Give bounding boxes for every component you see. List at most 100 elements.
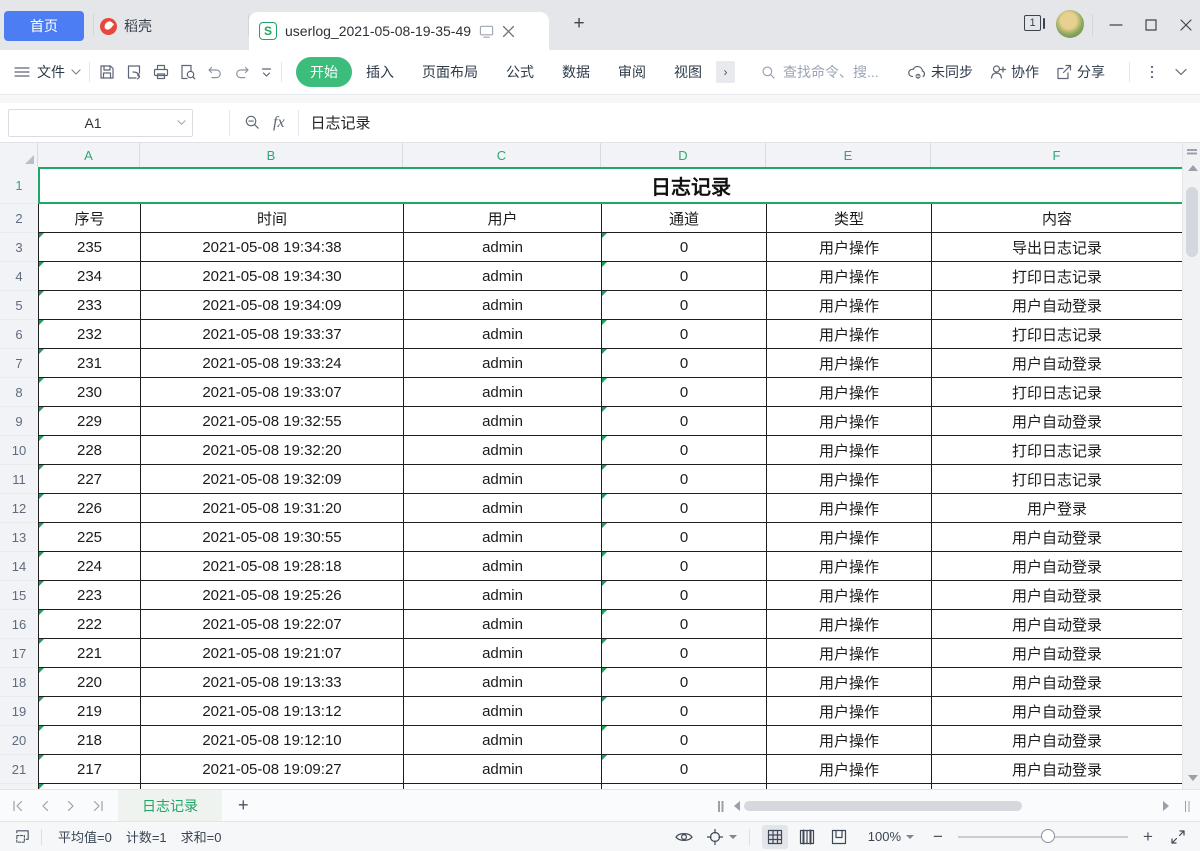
horizontal-scroll-track[interactable] bbox=[744, 800, 1159, 812]
table-row[interactable]: 11 227 2021-05-08 19:32:09 admin 0 用户操作 … bbox=[0, 465, 1182, 494]
locate-dropdown-icon[interactable] bbox=[729, 835, 737, 839]
export-button[interactable] bbox=[125, 63, 143, 81]
locate-crosshair-icon[interactable] bbox=[706, 828, 724, 846]
ribbon-tab[interactable]: 插入 bbox=[366, 62, 394, 82]
collaborate-button[interactable]: 协作 bbox=[989, 62, 1039, 82]
row-header[interactable]: 6 bbox=[0, 320, 38, 349]
row-header[interactable]: 12 bbox=[0, 494, 38, 523]
cell-content[interactable]: 打印日志记录 bbox=[932, 320, 1182, 348]
ribbon-tab[interactable]: 审阅 bbox=[618, 62, 646, 82]
cell-user[interactable]: admin bbox=[404, 639, 602, 667]
vertical-scroll-thumb[interactable] bbox=[1186, 187, 1198, 257]
row-header[interactable]: 2 bbox=[0, 204, 38, 233]
print-preview-button[interactable] bbox=[179, 63, 197, 81]
column-header[interactable]: D bbox=[601, 143, 766, 167]
redo-button[interactable] bbox=[233, 63, 251, 81]
zoom-dropdown-icon[interactable] bbox=[906, 835, 914, 839]
zoom-slider-thumb[interactable] bbox=[1041, 829, 1055, 843]
cell-time[interactable]: 2021-05-08 19:22:07 bbox=[141, 610, 404, 638]
cell-time[interactable]: 2021-05-08 19:33:24 bbox=[141, 349, 404, 377]
cell-time[interactable]: 2021-05-08 19:09:27 bbox=[141, 755, 404, 783]
spreadsheet-grid[interactable]: 1 日志记录 2 序号时间用户通道类型内容 3 235 2021-05-08 1… bbox=[0, 167, 1182, 789]
cell-channel[interactable]: 0 bbox=[602, 726, 767, 754]
column-header[interactable]: B bbox=[140, 143, 403, 167]
cell-time[interactable]: 2021-05-08 19:13:12 bbox=[141, 697, 404, 725]
row-header[interactable]: 18 bbox=[0, 668, 38, 697]
split-handle[interactable] bbox=[1185, 801, 1187, 812]
row-header[interactable]: 1 bbox=[0, 167, 38, 204]
table-row[interactable]: 19 219 2021-05-08 19:13:12 admin 0 用户操作 … bbox=[0, 697, 1182, 726]
table-row[interactable]: 4 234 2021-05-08 19:34:30 admin 0 用户操作 打… bbox=[0, 262, 1182, 291]
more-tabs-button[interactable]: › bbox=[716, 61, 735, 83]
cell-type[interactable]: 用户操作 bbox=[767, 552, 932, 580]
cell-time[interactable]: 2021-05-08 19:31:20 bbox=[141, 494, 404, 522]
cell-seq[interactable]: 232 bbox=[39, 320, 141, 348]
cell-user[interactable]: admin bbox=[404, 697, 602, 725]
cell-channel[interactable]: 0 bbox=[602, 523, 767, 551]
cell-seq[interactable]: 235 bbox=[39, 233, 141, 261]
cell-type[interactable]: 用户操作 bbox=[767, 233, 932, 261]
cell-seq[interactable]: 219 bbox=[39, 697, 141, 725]
sheet-tab-active[interactable]: 日志记录 bbox=[118, 790, 222, 821]
table-header-cell[interactable]: 通道 bbox=[602, 204, 767, 232]
cell-time[interactable]: 2021-05-08 19:12:10 bbox=[141, 726, 404, 754]
more-options-icon[interactable] bbox=[1145, 63, 1159, 81]
table-row[interactable]: 6 232 2021-05-08 19:33:37 admin 0 用户操作 打… bbox=[0, 320, 1182, 349]
table-row[interactable]: 21 217 2021-05-08 19:09:27 admin 0 用户操作 … bbox=[0, 755, 1182, 784]
docer-tab[interactable]: 稻壳 bbox=[100, 11, 152, 41]
cell-content[interactable]: 用户自动登录 bbox=[932, 697, 1182, 725]
cell-time[interactable]: 2021-05-08 19:33:07 bbox=[141, 378, 404, 406]
file-menu[interactable]: 文件 bbox=[0, 62, 81, 82]
cell-seq[interactable]: 234 bbox=[39, 262, 141, 290]
table-header-cell[interactable]: 类型 bbox=[767, 204, 932, 232]
cell-user[interactable]: admin bbox=[404, 407, 602, 435]
view-page-break-button[interactable] bbox=[826, 825, 852, 849]
cell-user[interactable]: admin bbox=[404, 233, 602, 261]
row-header[interactable]: 17 bbox=[0, 639, 38, 668]
cell-type[interactable]: 用户操作 bbox=[767, 668, 932, 696]
last-sheet-button[interactable] bbox=[92, 800, 104, 812]
table-row[interactable]: 9 229 2021-05-08 19:32:55 admin 0 用户操作 用… bbox=[0, 407, 1182, 436]
cell-user[interactable]: admin bbox=[404, 581, 602, 609]
row-header[interactable]: 15 bbox=[0, 581, 38, 610]
zoom-formula-icon[interactable] bbox=[244, 114, 261, 131]
cell-content[interactable]: 用户自动登录 bbox=[932, 552, 1182, 580]
row-header[interactable]: 7 bbox=[0, 349, 38, 378]
row-header[interactable]: 10 bbox=[0, 436, 38, 465]
name-box[interactable]: A1 bbox=[8, 109, 193, 137]
undo-button[interactable] bbox=[206, 63, 224, 81]
first-sheet-button[interactable] bbox=[12, 800, 24, 812]
zoom-out-button[interactable]: − bbox=[928, 827, 948, 847]
sync-status-button[interactable]: 未同步 bbox=[907, 62, 973, 82]
cell-content[interactable]: 用户自动登录 bbox=[932, 726, 1182, 754]
cell-content[interactable]: 用户自动登录 bbox=[932, 639, 1182, 667]
cell-user[interactable]: admin bbox=[404, 494, 602, 522]
cell-channel[interactable]: 0 bbox=[602, 378, 767, 406]
view-page-layout-button[interactable] bbox=[794, 825, 820, 849]
cell-seq[interactable]: 230 bbox=[39, 378, 141, 406]
zoom-in-button[interactable]: + bbox=[1138, 827, 1158, 847]
cell-type[interactable]: 用户操作 bbox=[767, 465, 932, 493]
cell-time[interactable]: 2021-05-08 19:34:09 bbox=[141, 291, 404, 319]
cell-content[interactable]: 用户自动登录 bbox=[932, 668, 1182, 696]
maximize-button[interactable] bbox=[1135, 13, 1167, 37]
cell-user[interactable]: admin bbox=[404, 291, 602, 319]
scroll-down-arrow[interactable] bbox=[1188, 775, 1198, 781]
cell-seq[interactable]: 225 bbox=[39, 523, 141, 551]
cell-channel[interactable]: 0 bbox=[602, 668, 767, 696]
cell-time[interactable]: 2021-05-08 19:13:33 bbox=[141, 668, 404, 696]
cell-user[interactable]: admin bbox=[404, 320, 602, 348]
ribbon-tab[interactable]: 数据 bbox=[562, 62, 590, 82]
cell-channel[interactable]: 0 bbox=[602, 407, 767, 435]
scroll-left-arrow[interactable] bbox=[734, 801, 740, 811]
cell-content[interactable]: 打印日志记录 bbox=[932, 262, 1182, 290]
cell-seq[interactable]: 227 bbox=[39, 465, 141, 493]
table-row[interactable]: 3 235 2021-05-08 19:34:38 admin 0 用户操作 导… bbox=[0, 233, 1182, 262]
zoom-slider[interactable] bbox=[958, 836, 1128, 838]
fx-icon[interactable]: fx bbox=[273, 114, 285, 132]
cell-type[interactable]: 用户操作 bbox=[767, 755, 932, 783]
table-header-cell[interactable]: 时间 bbox=[141, 204, 404, 232]
cell-user[interactable]: admin bbox=[404, 726, 602, 754]
document-tab[interactable]: S userlog_2021-05-08-19-35-49 bbox=[249, 12, 549, 50]
cell-channel[interactable]: 0 bbox=[602, 552, 767, 580]
